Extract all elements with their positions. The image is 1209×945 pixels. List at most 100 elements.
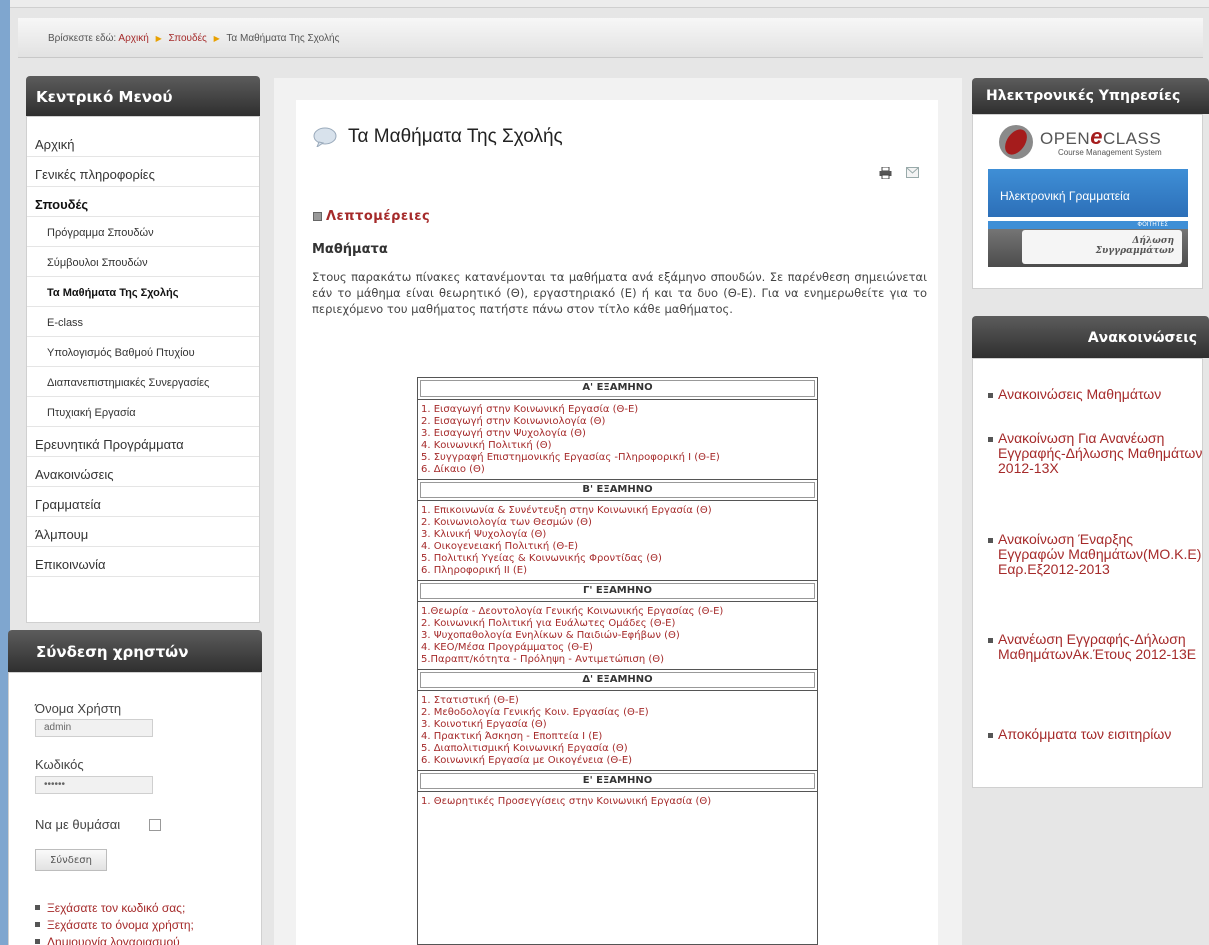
menu-item-general-info[interactable]: Γενικές πληροφορίες (27, 157, 259, 187)
menu-item-secretariat[interactable]: Γραμματεία (27, 487, 259, 517)
remember-checkbox[interactable] (149, 819, 161, 831)
bullet-icon (35, 939, 40, 945)
course-link[interactable]: 4. Οικογενειακή Πολιτική (Θ-Ε) (421, 541, 817, 553)
menu-item-eclass[interactable]: E-class (27, 307, 259, 337)
remember-label: Να με θυμάσαι (35, 817, 121, 832)
bullet-icon (35, 922, 40, 928)
bullet-icon (988, 638, 993, 643)
course-link[interactable]: 5.Παραπτ/κότητα - Πρόληψη - Αντιμετώπιση… (421, 654, 817, 666)
create-account-text: Δημιουργία λογαριασμού (47, 935, 180, 945)
announcement-text: Ανακοίνωση Για Ανανέωση Εγγραφής-Δήλωσης… (998, 430, 1203, 476)
students-tag: ΦΟΙΤΗΤΕΣ (988, 221, 1188, 229)
course-link[interactable]: 2. Εισαγωγή στην Κοινωνιολογία (Θ) (421, 416, 817, 428)
breadcrumb-home-link[interactable]: Αρχική (118, 33, 148, 44)
semester-course-list: 1. Θεωρητικές Προσεγγίσεις στην Κοινωνικ… (418, 792, 817, 811)
menu-item-announcements[interactable]: Ανακοινώσεις (27, 457, 259, 487)
course-link[interactable]: 2. Κοινωνική Πολιτική για Ευάλωτες Ομάδε… (421, 618, 817, 630)
menu-item-curriculum[interactable]: Πρόγραμμα Σπουδών (27, 217, 259, 247)
announcements-title: Ανακοινώσεις (972, 316, 1209, 358)
courses-table: Α' ΕΞΑΜΗΝΟ 1. Εισαγωγή στην Κοινωνική Ερ… (417, 377, 818, 945)
print-icon[interactable] (879, 167, 892, 179)
password-label: Κωδικός (35, 757, 84, 772)
course-link[interactable]: 3. Ψυχοπαθολογία Ενηλίκων & Παιδιών-Εφήβ… (421, 630, 817, 642)
section-heading: Μαθήματα (312, 242, 388, 257)
breadcrumb-arrow-icon: ▶ (213, 34, 220, 43)
course-link[interactable]: 4. Πρακτική Άσκηση - Εποπτεία Ι (Ε) (421, 731, 817, 743)
course-link[interactable]: 6. Πληροφορική ΙΙ (Ε) (421, 565, 817, 577)
course-link[interactable]: 2. Μεθοδολογία Γενικής Κοιν. Εργασίας (Θ… (421, 707, 817, 719)
forgot-username-text: Ξεχάσατε το όνομα χρήστη; (47, 918, 194, 932)
openeclass-e: e (1090, 124, 1103, 149)
course-link[interactable]: 6. Κοινωνική Εργασία με Οικογένεια (Θ-Ε) (421, 755, 817, 767)
course-link[interactable]: 3. Εισαγωγή στην Ψυχολογία (Θ) (421, 428, 817, 440)
course-link[interactable]: 5. Συγγραφή Επιστημονικής Εργασίας -Πληρ… (421, 452, 817, 464)
course-link[interactable]: 4. ΚΕΟ/Μέσα Προγράμματος (Θ-Ε) (421, 642, 817, 654)
semester-header: Ε' ΕΞΑΜΗΝΟ (418, 770, 817, 792)
announcement-text: Ανανέωση Εγγραφής-Δήλωση ΜαθημάτωνΑκ.Έτο… (998, 631, 1197, 662)
course-link[interactable]: 6. Δίκαιο (Θ) (421, 464, 817, 476)
create-account-link[interactable]: Δημιουργία λογαριασμού (35, 935, 180, 945)
course-link[interactable]: 3. Κλινική Ψυχολογία (Θ) (421, 529, 817, 541)
menu-item-research[interactable]: Ερευνητικά Προγράμματα (27, 427, 259, 457)
announcement-link[interactable]: Ανακοίνωση Για Ανανέωση Εγγραφής-Δήλωσης… (988, 431, 1203, 476)
services-title: Ηλεκτρονικές Υπηρεσίες (972, 78, 1209, 114)
menu-item-studies[interactable]: Σπουδές (27, 187, 259, 217)
semester-header: Γ' ΕΞΑΜΗΝΟ (418, 580, 817, 602)
course-link[interactable]: 1. Στατιστική (Θ-Ε) (421, 695, 817, 707)
textbooks-declaration-banner[interactable]: ΦΟΙΤΗΤΕΣ Δήλωση Συγγραμμάτων (988, 221, 1188, 267)
semester-header: Δ' ΕΞΑΜΗΝΟ (418, 669, 817, 691)
bullet-icon (988, 437, 993, 442)
details-text: Λεπτομέρειες (326, 209, 431, 224)
course-link[interactable]: 5. Διαπολιτισμική Κοινωνική Εργασία (Θ) (421, 743, 817, 755)
course-link[interactable]: 1. Θεωρητικές Προσεγγίσεις στην Κοινωνικ… (421, 796, 817, 808)
menu-item-collaborations[interactable]: Διαπανεπιστημιακές Συνεργασίες (27, 367, 259, 397)
main-menu-title: Κεντρικό Μενού (26, 76, 260, 116)
menu-item-advisors[interactable]: Σύμβουλοι Σπουδών (27, 247, 259, 277)
openeclass-logo-link[interactable]: OPENeCLASS Course Management System (988, 122, 1188, 162)
e-secretariat-banner[interactable]: Ηλεκτρονική Γραμματεία (988, 169, 1188, 217)
forgot-password-link[interactable]: Ξεχάσατε τον κωδικό σας; (35, 901, 185, 915)
menu-item-grade-calculator[interactable]: Υπολογισμός Βαθμού Πτυχίου (27, 337, 259, 367)
expand-icon (313, 212, 322, 221)
openeclass-emblem-icon (999, 125, 1033, 159)
breadcrumb-studies-link[interactable]: Σπουδές (169, 33, 207, 44)
course-link[interactable]: 1. Επικοινωνία & Συνέντευξη στην Κοινωνι… (421, 505, 817, 517)
page-title: Τα Μαθήματα Της Σχολής (348, 126, 563, 147)
menu-item-thesis[interactable]: Πτυχιακή Εργασία (27, 397, 259, 427)
course-link[interactable]: 3. Κοινοτική Εργασία (Θ) (421, 719, 817, 731)
menu-item-courses[interactable]: Τα Μαθήματα Της Σχολής (27, 277, 259, 307)
semester-header: Β' ΕΞΑΜΗΝΟ (418, 479, 817, 501)
menu-item-home[interactable]: Αρχική (27, 127, 259, 157)
course-link[interactable]: 2. Κοινωνιολογία των Θεσμών (Θ) (421, 517, 817, 529)
main-menu: Αρχική Γενικές πληροφορίες Σπουδές Πρόγρ… (26, 116, 260, 623)
course-link[interactable]: 1.Θεωρία - Δεοντολογία Γενικής Κοινωνική… (421, 606, 817, 618)
intro-paragraph: Στους παρακάτω πίνακες κατανέμονται τα μ… (312, 270, 927, 316)
announcement-text: Ανακοινώσεις Μαθημάτων (998, 386, 1162, 402)
announcement-link[interactable]: Ανανέωση Εγγραφής-Δήλωση ΜαθημάτωνΑκ.Έτο… (988, 632, 1203, 662)
details-link[interactable]: Λεπτομέρειες (313, 209, 430, 224)
breadcrumb-arrow-icon: ▶ (155, 34, 162, 43)
announcement-link[interactable]: Αποκόμματα των εισιτηρίων (988, 727, 1203, 742)
openeclass-tagline: Course Management System (1058, 148, 1162, 157)
password-input[interactable]: •••••• (35, 776, 153, 794)
breadcrumb: Βρίσκεστε εδώ: Αρχική ▶ Σπουδές ▶ Τα Μαθ… (18, 18, 1203, 58)
announcement-text: Ανακοίνωση Έναρξης Εγγραφών Μαθημάτων(ΜΟ… (998, 531, 1202, 577)
announcement-link[interactable]: Ανακοίνωση Έναρξης Εγγραφών Μαθημάτων(ΜΟ… (988, 532, 1203, 577)
menu-item-album[interactable]: Άλμπουμ (27, 517, 259, 547)
speech-bubble-icon (313, 127, 337, 147)
semester-course-list: 1. Επικοινωνία & Συνέντευξη στην Κοινωνι… (418, 501, 817, 580)
semester-course-list: 1. Στατιστική (Θ-Ε) 2. Μεθοδολογία Γενικ… (418, 691, 817, 770)
email-icon[interactable] (906, 167, 919, 178)
bullet-icon (35, 905, 40, 911)
course-link[interactable]: 1. Εισαγωγή στην Κοινωνική Εργασία (Θ-Ε) (421, 404, 817, 416)
course-link[interactable]: 5. Πολιτική Υγείας & Κοινωνικής Φροντίδα… (421, 553, 817, 565)
menu-item-contact[interactable]: Επικοινωνία (27, 547, 259, 577)
username-input[interactable]: admin (35, 719, 153, 737)
forgot-password-text: Ξεχάσατε τον κωδικό σας; (47, 901, 186, 915)
course-link[interactable]: 4. Κοινωνική Πολιτική (Θ) (421, 440, 817, 452)
announcement-link[interactable]: Ανακοινώσεις Μαθημάτων (988, 387, 1203, 402)
forgot-username-link[interactable]: Ξεχάσατε το όνομα χρήστη; (35, 918, 194, 932)
login-button[interactable]: Σύνδεση (35, 849, 107, 871)
bullet-icon (988, 393, 993, 398)
bullet-icon (988, 538, 993, 543)
